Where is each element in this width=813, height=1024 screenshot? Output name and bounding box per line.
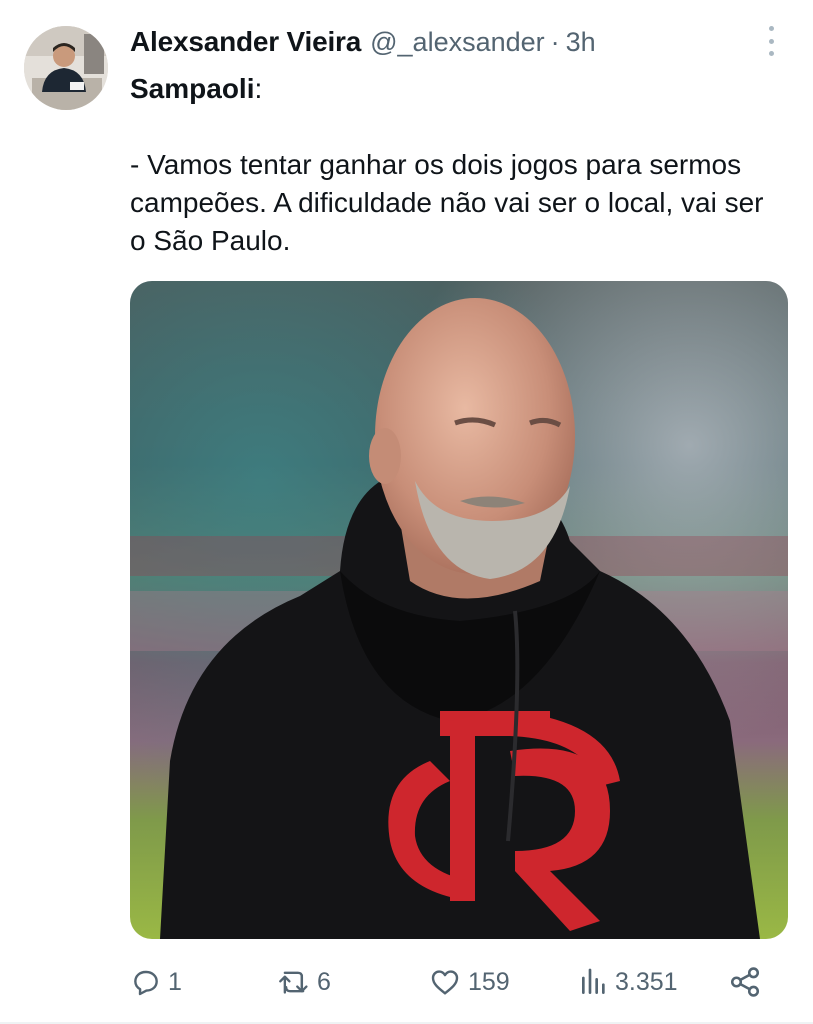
author-name[interactable]: Alexsander Vieira <box>130 26 361 58</box>
more-vertical-icon[interactable] <box>763 26 779 56</box>
tweet-header: Alexsander Vieira @_alexsander · 3h <box>130 22 596 62</box>
tweet-card[interactable]: Alexsander Vieira @_alexsander · 3h Samp… <box>0 0 813 1024</box>
tweet-lead: Sampaoli <box>130 73 255 104</box>
tweet-photo[interactable] <box>130 281 788 939</box>
like-button[interactable]: 159 <box>428 960 510 1004</box>
views-count: 3.351 <box>615 967 678 996</box>
tweet-actions: 1 6 159 3.351 <box>130 960 770 1004</box>
tweet-body: - Vamos tentar ganhar os dois jogos para… <box>130 149 764 256</box>
reply-bubble-icon <box>134 970 158 996</box>
author-avatar[interactable] <box>24 26 108 110</box>
share-icon <box>730 967 760 997</box>
retweet-button[interactable]: 6 <box>277 960 331 1004</box>
views-button[interactable]: 3.351 <box>579 960 678 1004</box>
heart-icon <box>431 970 459 995</box>
retweet-count: 6 <box>317 967 331 996</box>
author-handle[interactable]: @_alexsander <box>370 27 545 58</box>
retweet-icon <box>279 971 308 994</box>
like-count: 159 <box>468 967 510 996</box>
separator-dot: · <box>550 26 560 57</box>
reply-count: 1 <box>168 967 182 996</box>
views-bar-chart-icon <box>582 968 605 994</box>
tweet-lead-suffix: : <box>254 73 263 104</box>
tweet-timestamp[interactable]: 3h <box>566 27 596 58</box>
share-button[interactable] <box>728 960 762 1004</box>
reply-button[interactable]: 1 <box>130 960 182 1004</box>
tweet-text: Sampaoli: - Vamos tentar ganhar os dois … <box>130 70 780 260</box>
